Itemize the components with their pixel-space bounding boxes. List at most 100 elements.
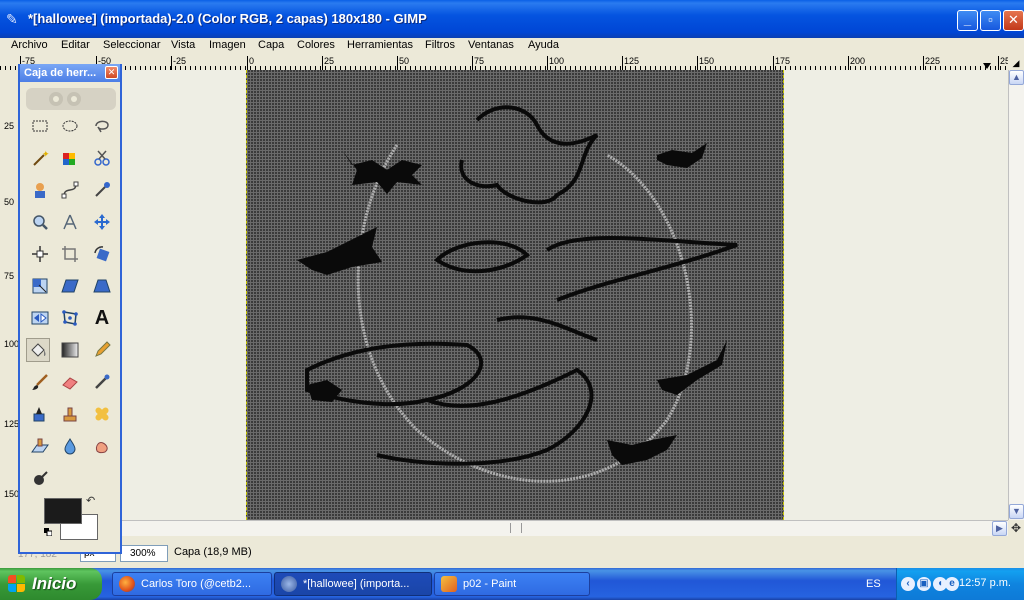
rotate-icon[interactable] — [90, 242, 114, 266]
maximize-icon: ▫ — [988, 12, 993, 27]
zoom-select[interactable]: 300% — [120, 545, 168, 562]
scale-icon[interactable] — [28, 274, 52, 298]
horizontal-ruler[interactable]: -75 -50 -25 0 25 50 75 100 125 150 175 2… — [0, 56, 1008, 71]
arrow-right-icon: ▶ — [996, 523, 1003, 533]
ruler-label: -25 — [173, 56, 187, 66]
ellipse-select-icon[interactable] — [58, 114, 82, 138]
move-icon[interactable] — [90, 210, 114, 234]
taskbar-item-gimp[interactable]: *[hallowee] (importa... — [274, 572, 432, 596]
scissors-icon[interactable] — [90, 146, 114, 170]
ruler-label: 150 — [4, 489, 20, 499]
vertical-scrollbar[interactable]: ▲ ▼ — [1008, 70, 1024, 520]
menu-filtros[interactable]: Filtros — [425, 39, 455, 51]
menu-capa[interactable]: Capa — [258, 39, 284, 51]
heal-icon[interactable] — [90, 402, 114, 426]
start-label: Inicio — [32, 574, 77, 593]
ruler-label: 125 — [624, 56, 640, 66]
scroll-down-button[interactable]: ▼ — [1009, 504, 1024, 519]
menu-archivo[interactable]: Archivo — [11, 39, 48, 51]
crop-icon[interactable] — [58, 242, 82, 266]
menu-editar[interactable]: Editar — [61, 39, 90, 51]
menu-vista[interactable]: Vista — [171, 39, 195, 51]
ink-icon[interactable] — [28, 402, 52, 426]
align-icon[interactable] — [28, 242, 52, 266]
paint-icon — [441, 576, 457, 593]
perspective-clone-icon[interactable] — [28, 434, 52, 458]
menu-ventanas[interactable]: Ventanas — [468, 39, 514, 51]
close-button[interactable]: ✕ — [1003, 10, 1024, 31]
toolbox-window[interactable]: Caja de herr... ✕ ✦ A ↶ — [18, 64, 122, 554]
pencil-icon[interactable] — [90, 338, 114, 362]
foreground-select-icon[interactable] — [28, 178, 52, 202]
color-select-icon[interactable] — [58, 146, 82, 170]
scroll-up-button[interactable]: ▲ — [1009, 70, 1024, 85]
gimp-wilber-icon[interactable]: ✎ — [6, 11, 24, 27]
ruler-label: 150 — [699, 56, 715, 66]
rect-select-icon[interactable] — [28, 114, 52, 138]
airbrush-icon[interactable] — [90, 370, 114, 394]
skype-icon[interactable]: e — [945, 577, 959, 591]
windows-logo-icon — [8, 575, 26, 593]
tray-expand-icon[interactable]: ‹ — [901, 577, 915, 591]
scroll-thumb-grip[interactable] — [510, 523, 522, 533]
ruler-label: 225 — [925, 56, 941, 66]
taskbar-item-firefox[interactable]: Carlos Toro (@cetb2... — [112, 572, 272, 596]
text-icon[interactable]: A — [90, 306, 114, 330]
toolbox-close-button[interactable]: ✕ — [105, 66, 118, 79]
bucket-fill-icon[interactable] — [26, 338, 50, 362]
menu-ayuda[interactable]: Ayuda — [528, 39, 559, 51]
firefox-icon — [119, 576, 135, 593]
ruler-label: 25 — [4, 121, 15, 131]
minimize-button[interactable]: _ — [957, 10, 978, 31]
task-label: p02 - Paint — [463, 578, 517, 590]
horizontal-scrollbar[interactable]: ◀ ▶ — [20, 520, 1008, 536]
status-bar: 177, 182 px 300% Capa (18,9 MB) — [0, 537, 1024, 568]
image-canvas[interactable] — [246, 70, 784, 520]
menu-herramientas[interactable]: Herramientas — [347, 39, 413, 51]
swap-colors-icon[interactable]: ↶ — [86, 494, 95, 507]
eraser-icon[interactable] — [58, 370, 82, 394]
magic-wand-icon[interactable]: ✦ — [28, 146, 52, 170]
smudge-icon[interactable] — [90, 434, 114, 458]
navigate-button[interactable]: ◢ — [1008, 56, 1024, 70]
paths-icon[interactable] — [58, 178, 82, 202]
close-icon: ✕ — [1008, 12, 1019, 27]
dodge-burn-icon[interactable] — [28, 466, 52, 490]
wilber-drop-area[interactable] — [26, 84, 116, 114]
ruler-label: 100 — [549, 56, 565, 66]
system-tray: ‹ ▣ ◖ e 12:57 p.m. — [896, 568, 1024, 600]
cage-icon[interactable] — [58, 306, 82, 330]
maximize-button[interactable]: ▫ — [980, 10, 1001, 31]
menu-imagen[interactable]: Imagen — [209, 39, 246, 51]
measure-icon[interactable] — [58, 210, 82, 234]
ruler-label: 125 — [4, 419, 20, 429]
network-icon[interactable]: ▣ — [917, 577, 931, 591]
lasso-icon[interactable] — [90, 114, 114, 138]
blend-icon[interactable] — [58, 338, 82, 362]
color-picker-icon[interactable] — [90, 178, 114, 202]
shear-icon[interactable] — [58, 274, 82, 298]
menu-bar: Archivo Editar Seleccionar Vista Imagen … — [0, 38, 1024, 54]
default-colors-icon[interactable] — [44, 528, 52, 536]
paintbrush-icon[interactable] — [28, 370, 52, 394]
move-icon[interactable]: ✥ — [1008, 520, 1024, 536]
clone-icon[interactable] — [58, 402, 82, 426]
perspective-icon[interactable] — [90, 274, 114, 298]
menu-colores[interactable]: Colores — [297, 39, 335, 51]
navigate-icon: ◢ — [1012, 58, 1020, 68]
zoom-icon[interactable] — [28, 210, 52, 234]
blur-icon[interactable] — [58, 434, 82, 458]
flip-icon[interactable] — [28, 306, 52, 330]
scroll-right-button[interactable]: ▶ — [992, 521, 1007, 536]
ruler-label: 100 — [4, 339, 20, 349]
start-button[interactable]: Inicio — [0, 568, 102, 600]
wilber-icon — [26, 88, 116, 110]
halloween-drawing — [297, 105, 738, 483]
arrow-up-icon: ▲ — [1012, 72, 1021, 82]
menu-seleccionar[interactable]: Seleccionar — [103, 39, 160, 51]
title-bar: ✎ *[hallowee] (importada)-2.0 (Color RGB… — [0, 0, 1024, 38]
foreground-color-swatch-top[interactable] — [44, 498, 82, 524]
taskbar-item-paint[interactable]: p02 - Paint — [434, 572, 590, 596]
svg-text:✦: ✦ — [42, 149, 49, 159]
language-indicator[interactable]: ES — [866, 578, 881, 590]
